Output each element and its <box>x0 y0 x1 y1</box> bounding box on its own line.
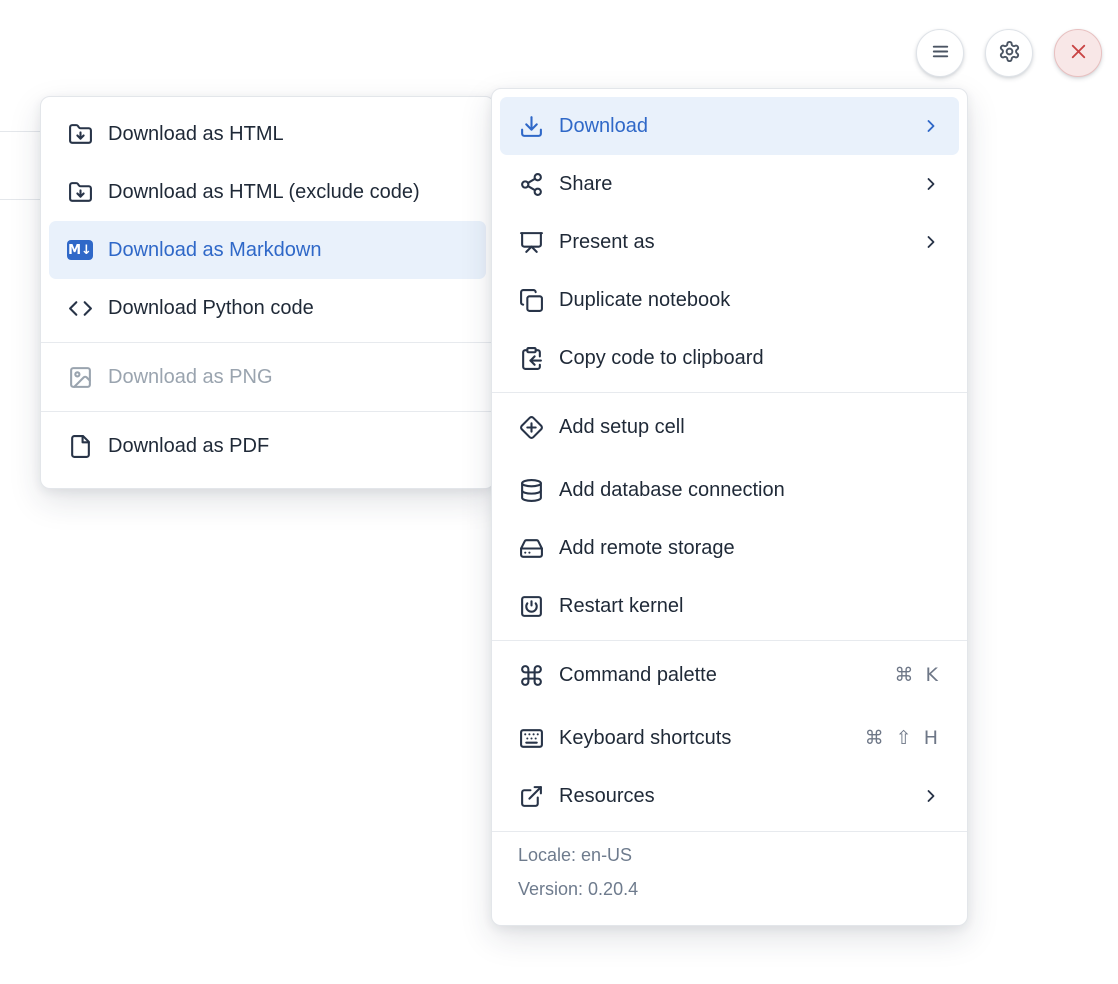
menu-item-label: Download as HTML (exclude code) <box>108 181 420 204</box>
file-icon <box>67 433 93 459</box>
version-text: Version: 0.20.4 <box>518 879 941 900</box>
menu-item-label: Download as PNG <box>108 366 273 389</box>
menu-item-command-palette[interactable]: Command palette ⌘ K <box>500 646 959 704</box>
duplicate-icon <box>518 287 544 313</box>
menu-item-resources[interactable]: Resources <box>500 767 959 825</box>
menu-item-label: Download as PDF <box>108 435 269 458</box>
page-background: Download as HTML Download as HTML (exclu… <box>0 0 1118 984</box>
menu-item-download-as-pdf[interactable]: Download as PDF <box>49 417 486 475</box>
menu-item-duplicate-notebook[interactable]: Duplicate notebook <box>500 271 959 329</box>
settings-button[interactable] <box>985 29 1033 77</box>
close-icon <box>1067 40 1090 66</box>
menu-item-label: Duplicate notebook <box>559 289 730 312</box>
diamond-plus-icon <box>518 414 544 440</box>
locale-text: Locale: en-US <box>518 845 941 866</box>
menu-item-download-as-html-exclude-code[interactable]: Download as HTML (exclude code) <box>49 163 486 221</box>
menu-item-download-as-markdown[interactable]: M↓ Download as Markdown <box>49 221 486 279</box>
code-icon <box>67 295 93 321</box>
keyboard-shortcut-hint: ⌘ K <box>895 664 942 686</box>
menu-button[interactable] <box>916 29 964 77</box>
menu-item-download[interactable]: Download <box>500 97 959 155</box>
database-icon <box>518 477 544 503</box>
menu-item-add-database-connection[interactable]: Add database connection <box>500 461 959 519</box>
background-divider <box>0 199 42 200</box>
background-divider <box>0 131 42 132</box>
external-link-icon <box>518 783 544 809</box>
menu-item-label: Download as Markdown <box>108 239 321 262</box>
menu-item-add-setup-cell[interactable]: Add setup cell <box>500 398 959 456</box>
menu-item-present-as[interactable]: Present as <box>500 213 959 271</box>
close-button[interactable] <box>1054 29 1102 77</box>
menu-separator <box>41 411 494 412</box>
menu-separator <box>492 640 967 641</box>
menu-separator <box>492 392 967 393</box>
presentation-icon <box>518 229 544 255</box>
gear-icon <box>998 40 1021 66</box>
chevron-right-icon <box>921 116 941 136</box>
menu-item-label: Present as <box>559 231 655 254</box>
menu-item-label: Keyboard shortcuts <box>559 727 731 750</box>
folder-down-icon <box>67 121 93 147</box>
menu-item-restart-kernel[interactable]: Restart kernel <box>500 577 959 635</box>
markdown-badge-icon: M↓ <box>67 237 93 263</box>
menu-footer: Locale: en-US Version: 0.20.4 <box>492 831 967 917</box>
menu-item-download-as-png: Download as PNG <box>49 348 486 406</box>
command-icon <box>518 662 544 688</box>
menu-item-download-as-html[interactable]: Download as HTML <box>49 105 486 163</box>
menu-item-label: Resources <box>559 785 655 808</box>
chevron-right-icon <box>921 232 941 252</box>
keyboard-shortcut-hint: ⌘ ⇧ H <box>865 727 941 749</box>
menu-item-label: Download Python code <box>108 297 314 320</box>
menu-item-label: Share <box>559 173 612 196</box>
menu-item-download-python-code[interactable]: Download Python code <box>49 279 486 337</box>
chevron-right-icon <box>921 786 941 806</box>
hamburger-icon <box>929 40 952 66</box>
image-icon <box>67 364 93 390</box>
download-icon <box>518 113 544 139</box>
menu-item-add-remote-storage[interactable]: Add remote storage <box>500 519 959 577</box>
menu-item-label: Copy code to clipboard <box>559 347 764 370</box>
menu-item-label: Add remote storage <box>559 537 735 560</box>
notebook-menu: Download Share Present as <box>491 88 968 926</box>
share-icon <box>518 171 544 197</box>
keyboard-icon <box>518 725 544 751</box>
folder-down-icon <box>67 179 93 205</box>
menu-item-label: Add setup cell <box>559 416 685 439</box>
menu-item-label: Command palette <box>559 664 717 687</box>
menu-item-label: Restart kernel <box>559 595 684 618</box>
menu-item-keyboard-shortcuts[interactable]: Keyboard shortcuts ⌘ ⇧ H <box>500 709 959 767</box>
menu-item-label: Add database connection <box>559 479 785 502</box>
notebook-actions-toolbar <box>916 29 1102 77</box>
power-icon <box>518 593 544 619</box>
menu-item-label: Download as HTML <box>108 123 284 146</box>
menu-item-copy-code-to-clipboard[interactable]: Copy code to clipboard <box>500 329 959 387</box>
menu-item-share[interactable]: Share <box>500 155 959 213</box>
menu-separator <box>41 342 494 343</box>
clipboard-copy-icon <box>518 345 544 371</box>
hard-drive-icon <box>518 535 544 561</box>
download-submenu: Download as HTML Download as HTML (exclu… <box>40 96 495 489</box>
menu-item-label: Download <box>559 115 648 138</box>
chevron-right-icon <box>921 174 941 194</box>
